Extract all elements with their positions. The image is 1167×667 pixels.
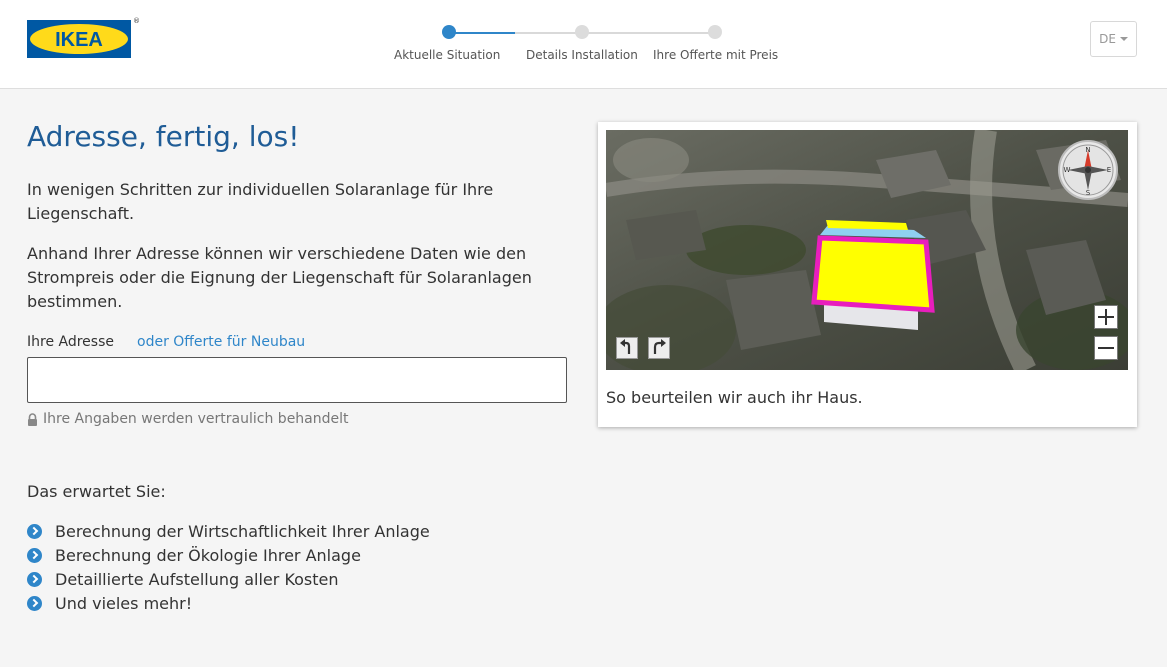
zoom-in-button[interactable] — [1094, 305, 1118, 329]
step-dot — [708, 25, 722, 39]
list-item: Berechnung der Wirtschaftlichkeit Ihrer … — [27, 519, 430, 543]
compass-icon[interactable]: N E S W — [1058, 140, 1118, 200]
minus-icon — [1098, 347, 1114, 349]
aerial-image — [606, 130, 1128, 370]
list-item: Detaillierte Aufstellung aller Kosten — [27, 567, 430, 591]
list-item-text: Detaillierte Aufstellung aller Kosten — [55, 569, 339, 589]
compass-east-label: E — [1107, 166, 1111, 174]
intro-text: In wenigen Schritten zur individuellen S… — [27, 180, 494, 223]
step-label-current-situation: Aktuelle Situation — [394, 48, 501, 62]
language-dropdown[interactable]: DE — [1090, 21, 1137, 57]
expectations-list: Berechnung der Wirtschaftlichkeit Ihrer … — [27, 519, 430, 615]
compass-south-label: S — [1086, 189, 1091, 197]
rotate-left-icon — [620, 339, 631, 354]
chevron-circle-icon — [27, 547, 42, 563]
step-connector — [455, 32, 515, 34]
description-text: Anhand Ihrer Adresse können wir verschie… — [27, 244, 532, 311]
zoom-out-button[interactable] — [1094, 336, 1118, 360]
step-dot-current — [442, 25, 456, 39]
expectations-title: Das erwartet Sie: — [27, 482, 166, 501]
list-item-text: Berechnung der Wirtschaftlichkeit Ihrer … — [55, 521, 430, 541]
list-item-text: Berechnung der Ökologie Ihrer Anlage — [55, 545, 361, 565]
address-label: Ihre Adresse — [27, 334, 114, 350]
list-item: Und vieles mehr! — [27, 591, 430, 615]
step-label-offer-price: Ihre Offerte mit Preis — [653, 48, 779, 62]
page-title: Adresse, fertig, los! — [27, 120, 300, 153]
rotate-right-button[interactable] — [648, 337, 670, 359]
3d-house-map[interactable]: N E S W — [606, 130, 1128, 370]
new-build-offer-link[interactable]: oder Offerte für Neubau — [137, 334, 305, 350]
plus-icon — [1098, 309, 1114, 325]
step-connector — [582, 32, 715, 34]
compass-west-label: W — [1064, 166, 1071, 174]
language-value: DE — [1099, 32, 1116, 46]
chevron-circle-icon — [27, 595, 42, 611]
compass-north-label: N — [1085, 146, 1090, 154]
step-label-installation-details: Details Installation — [526, 48, 638, 62]
header: IKEA ® Aktuelle Situation Details Instal… — [0, 0, 1167, 89]
progress-stepper: Aktuelle Situation Details Installation … — [380, 24, 800, 69]
ikea-logo[interactable]: IKEA — [27, 20, 131, 58]
chevron-circle-icon — [27, 571, 42, 587]
preview-caption: So beurteilen wir auch ihr Haus. — [606, 388, 863, 407]
logo-registered-mark: ® — [133, 17, 140, 25]
step-dot — [575, 25, 589, 39]
chevron-circle-icon — [27, 523, 42, 539]
chevron-down-icon — [1119, 37, 1128, 41]
privacy-note: Ihre Angaben werden vertraulich behandel… — [27, 411, 349, 427]
rotate-right-icon — [653, 339, 666, 354]
logo-text: IKEA — [55, 29, 103, 51]
address-input[interactable] — [27, 357, 567, 403]
list-item-text: Und vieles mehr! — [55, 593, 193, 613]
lock-icon — [28, 412, 37, 426]
privacy-text: Ihre Angaben werden vertraulich behandel… — [43, 411, 349, 427]
step-connector — [515, 32, 582, 34]
rotate-left-button[interactable] — [616, 337, 638, 359]
house-preview-card: N E S W So beurteilen wir auch ihr Haus. — [598, 122, 1137, 427]
list-item: Berechnung der Ökologie Ihrer Anlage — [27, 543, 430, 567]
